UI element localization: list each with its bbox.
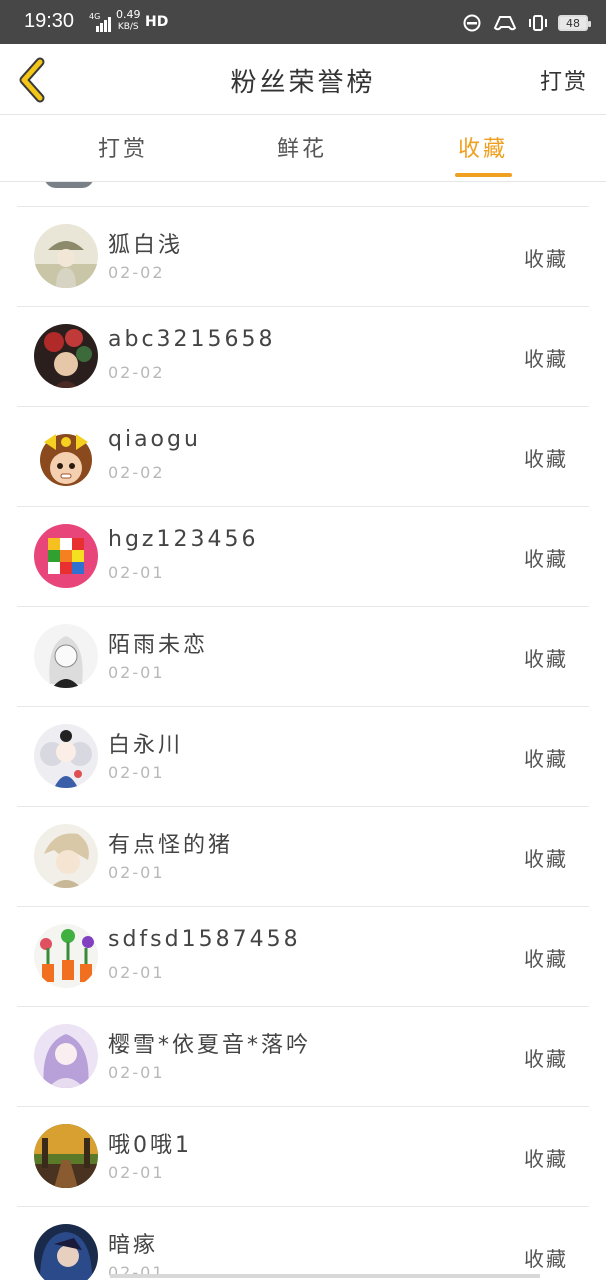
hd-indicator: HD [145, 14, 169, 30]
tab-reward[interactable]: 打赏 [98, 131, 148, 163]
scroll-indicator [110, 1274, 540, 1278]
list-item[interactable]: sdfsd1587458 02-01 收藏 [0, 907, 606, 1007]
user-name: qiaogu [108, 427, 201, 452]
item-date: 02-01 [108, 663, 165, 682]
status-bar: 19:30 4G 0.49 KB/S HD 48 [0, 0, 606, 44]
user-name: 白永川 [108, 733, 184, 758]
avatar [44, 182, 94, 188]
avatar [34, 1024, 98, 1088]
signal-icon [96, 14, 112, 32]
list-item[interactable]: 哦0哦1 02-01 收藏 [0, 1107, 606, 1207]
item-date: 02-02 [108, 363, 165, 382]
status-time: 19:30 [24, 10, 75, 32]
user-name: 陌雨未恋 [108, 633, 209, 658]
list-item[interactable]: 狐白浅 02-02 收藏 [0, 207, 606, 307]
battery-level: 48 [566, 16, 580, 30]
item-date: 02-01 [108, 763, 165, 782]
avatar [34, 724, 98, 788]
item-date: 02-01 [108, 563, 165, 582]
user-name: sdfsd1587458 [108, 927, 301, 952]
avatar [34, 624, 98, 688]
avatar [34, 424, 98, 488]
list-item[interactable]: 白永川 02-01 收藏 [0, 707, 606, 807]
item-type: 收藏 [524, 1247, 568, 1271]
avatar [34, 224, 98, 288]
item-type: 收藏 [524, 747, 568, 771]
fan-list[interactable]: 狐白浅 02-02 收藏 abc3215658 02-02 收藏 qiaogu … [0, 182, 606, 1280]
list-item[interactable]: 暗瘃 02-01 收藏 [0, 1207, 606, 1280]
user-name: hgz123456 [108, 527, 259, 552]
page-title: 粉丝荣誉榜 [230, 68, 376, 98]
list-item[interactable]: 樱雪*依夏音*落吟 02-01 收藏 [0, 1007, 606, 1107]
item-type: 收藏 [524, 447, 568, 471]
reward-button[interactable]: 打赏 [540, 64, 588, 96]
item-type: 收藏 [524, 347, 568, 371]
item-type: 收藏 [524, 247, 568, 271]
network-speed: 0.49 KB/S [116, 9, 141, 33]
dnd-icon [462, 13, 482, 33]
avatar [34, 324, 98, 388]
top-bar: 粉丝荣誉榜 打赏 [0, 44, 606, 115]
battery-icon: 48 [558, 15, 591, 31]
list-item[interactable]: abc3215658 02-02 收藏 [0, 307, 606, 407]
avatar [34, 1124, 98, 1188]
tab-bar: 打赏 鲜花 收藏 [0, 115, 606, 182]
user-name: 有点怪的猪 [108, 833, 234, 858]
item-type: 收藏 [524, 1147, 568, 1171]
item-date: 02-02 [108, 263, 165, 282]
gamepad-icon [492, 13, 518, 33]
speed-value: 0.49 [116, 8, 141, 21]
list-item[interactable]: 陌雨未恋 02-01 收藏 [0, 607, 606, 707]
status-icons: 48 [462, 12, 591, 34]
item-type: 收藏 [524, 647, 568, 671]
item-date: 02-01 [108, 863, 165, 882]
item-type: 收藏 [524, 847, 568, 871]
tab-favorites[interactable]: 收藏 [458, 131, 508, 163]
avatar [34, 924, 98, 988]
tab-indicator [455, 173, 512, 177]
user-name: 樱雪*依夏音*落吟 [108, 1033, 312, 1058]
item-type: 收藏 [524, 547, 568, 571]
vibrate-icon [528, 13, 548, 33]
user-name: 暗瘃 [108, 1233, 159, 1258]
list-item[interactable]: hgz123456 02-01 收藏 [0, 507, 606, 607]
user-name: 哦0哦1 [108, 1133, 192, 1158]
item-type: 收藏 [524, 947, 568, 971]
item-type: 收藏 [524, 1047, 568, 1071]
item-date: 02-01 [108, 1163, 165, 1182]
avatar [34, 524, 98, 588]
list-item[interactable]: 有点怪的猪 02-01 收藏 [0, 807, 606, 907]
item-date: 02-01 [108, 1063, 165, 1082]
avatar [34, 824, 98, 888]
item-date: 02-02 [108, 463, 165, 482]
user-name: abc3215658 [108, 327, 276, 352]
user-name: 狐白浅 [108, 233, 184, 258]
tab-flowers[interactable]: 鲜花 [277, 131, 327, 163]
list-item[interactable]: qiaogu 02-02 收藏 [0, 407, 606, 507]
speed-unit: KB/S [117, 22, 139, 32]
item-date: 02-01 [108, 963, 165, 982]
avatar [34, 1224, 98, 1280]
